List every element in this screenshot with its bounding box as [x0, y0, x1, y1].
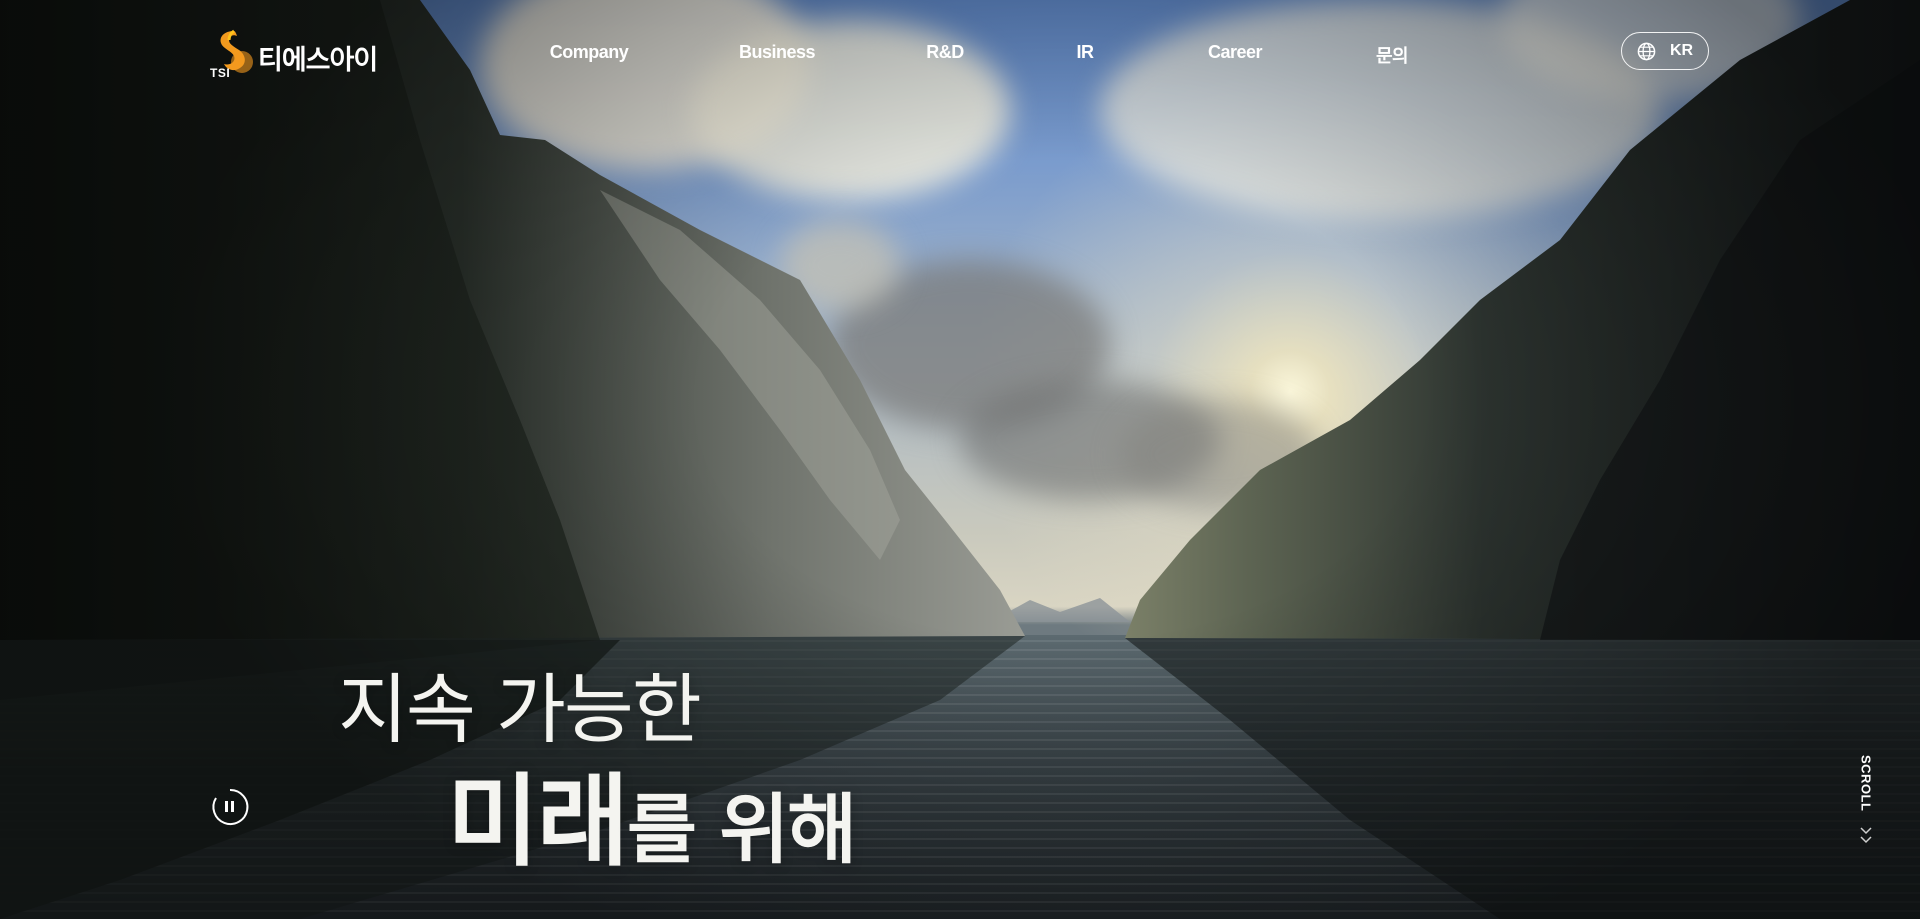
nav-item-company[interactable]: Company	[550, 42, 629, 63]
double-chevron-down-icon	[1860, 827, 1872, 844]
language-selector-button[interactable]: KR	[1621, 32, 1709, 70]
nav-item-ir[interactable]: IR	[1077, 42, 1095, 63]
globe-icon	[1637, 42, 1656, 60]
video-pause-button[interactable]	[210, 787, 250, 827]
vignette	[0, 0, 1920, 919]
site-header: TSI 티에스아이 Company Business R&D IR Career…	[0, 0, 1920, 105]
logo-mark-text: TSI	[210, 66, 231, 80]
scroll-label: SCROLL	[1858, 755, 1874, 812]
hero-headline-rest: 를 위해	[627, 785, 857, 874]
hero-headline-emphasis: 미래	[447, 763, 629, 880]
hero-background	[0, 0, 1920, 919]
scroll-indicator[interactable]: SCROLL	[1853, 755, 1879, 855]
pause-icon	[212, 788, 249, 825]
language-label: KR	[1669, 42, 1694, 59]
hero-headline-line2: 미래를 위해	[447, 740, 857, 885]
nav-item-business[interactable]: Business	[739, 42, 816, 63]
nav-item-rnd[interactable]: R&D	[926, 42, 964, 63]
nav-item-contact[interactable]: 문의	[1376, 42, 1409, 68]
nav-item-career[interactable]: Career	[1208, 42, 1263, 63]
